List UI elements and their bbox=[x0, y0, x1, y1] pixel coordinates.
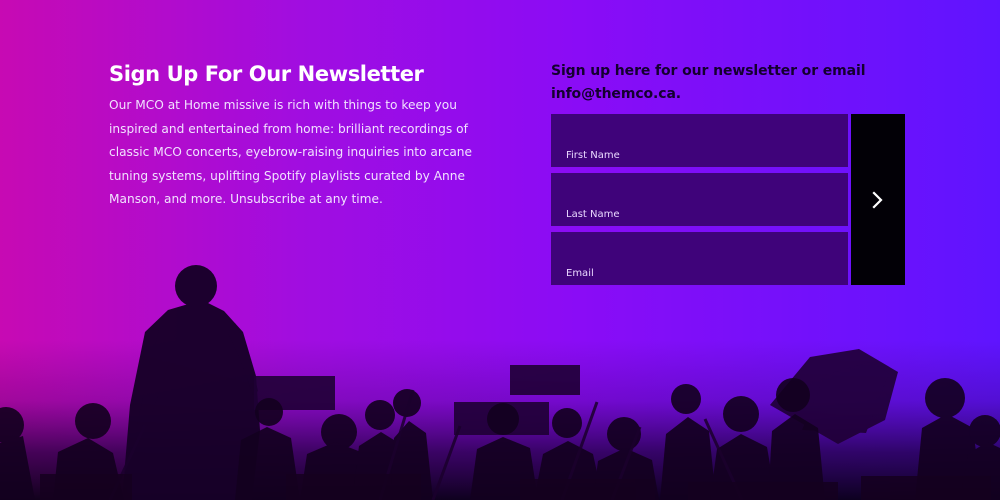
newsletter-description: Our MCO at Home missive is rich with thi… bbox=[109, 94, 474, 212]
newsletter-signup-form bbox=[551, 114, 905, 285]
signup-copy-block: Sign up here for our newsletter or email… bbox=[551, 60, 905, 106]
signup-form-title-line-2: info@themco.ca. bbox=[551, 86, 682, 102]
signup-form-title-line-1: Sign up here for our newsletter or email bbox=[551, 63, 866, 79]
first-name-input[interactable] bbox=[551, 114, 848, 167]
newsletter-description-line-2: inspired and entertained from home: bril… bbox=[109, 121, 468, 136]
newsletter-heading: Sign Up For Our Newsletter bbox=[109, 62, 424, 86]
newsletter-copy-block: Sign Up For Our Newsletter Our MCO at Ho… bbox=[109, 60, 474, 212]
email-input[interactable] bbox=[551, 232, 848, 285]
submit-button[interactable] bbox=[851, 114, 905, 285]
chevron-right-icon bbox=[872, 190, 883, 209]
signup-form-title: Sign up here for our newsletter or email… bbox=[551, 60, 905, 106]
newsletter-description-line-4: tuning systems, uplifting Spotify playli… bbox=[109, 168, 465, 183]
newsletter-description-line-3: classic MCO concerts, eyebrow-raising in… bbox=[109, 145, 473, 160]
newsletter-description-line-5: Manson, and more. Unsubscribe at any tim… bbox=[109, 192, 383, 207]
last-name-input[interactable] bbox=[551, 173, 848, 226]
newsletter-hero: Sign Up For Our Newsletter Our MCO at Ho… bbox=[0, 0, 1000, 500]
newsletter-description-line-1: Our MCO at Home missive is rich with thi… bbox=[109, 98, 457, 112]
